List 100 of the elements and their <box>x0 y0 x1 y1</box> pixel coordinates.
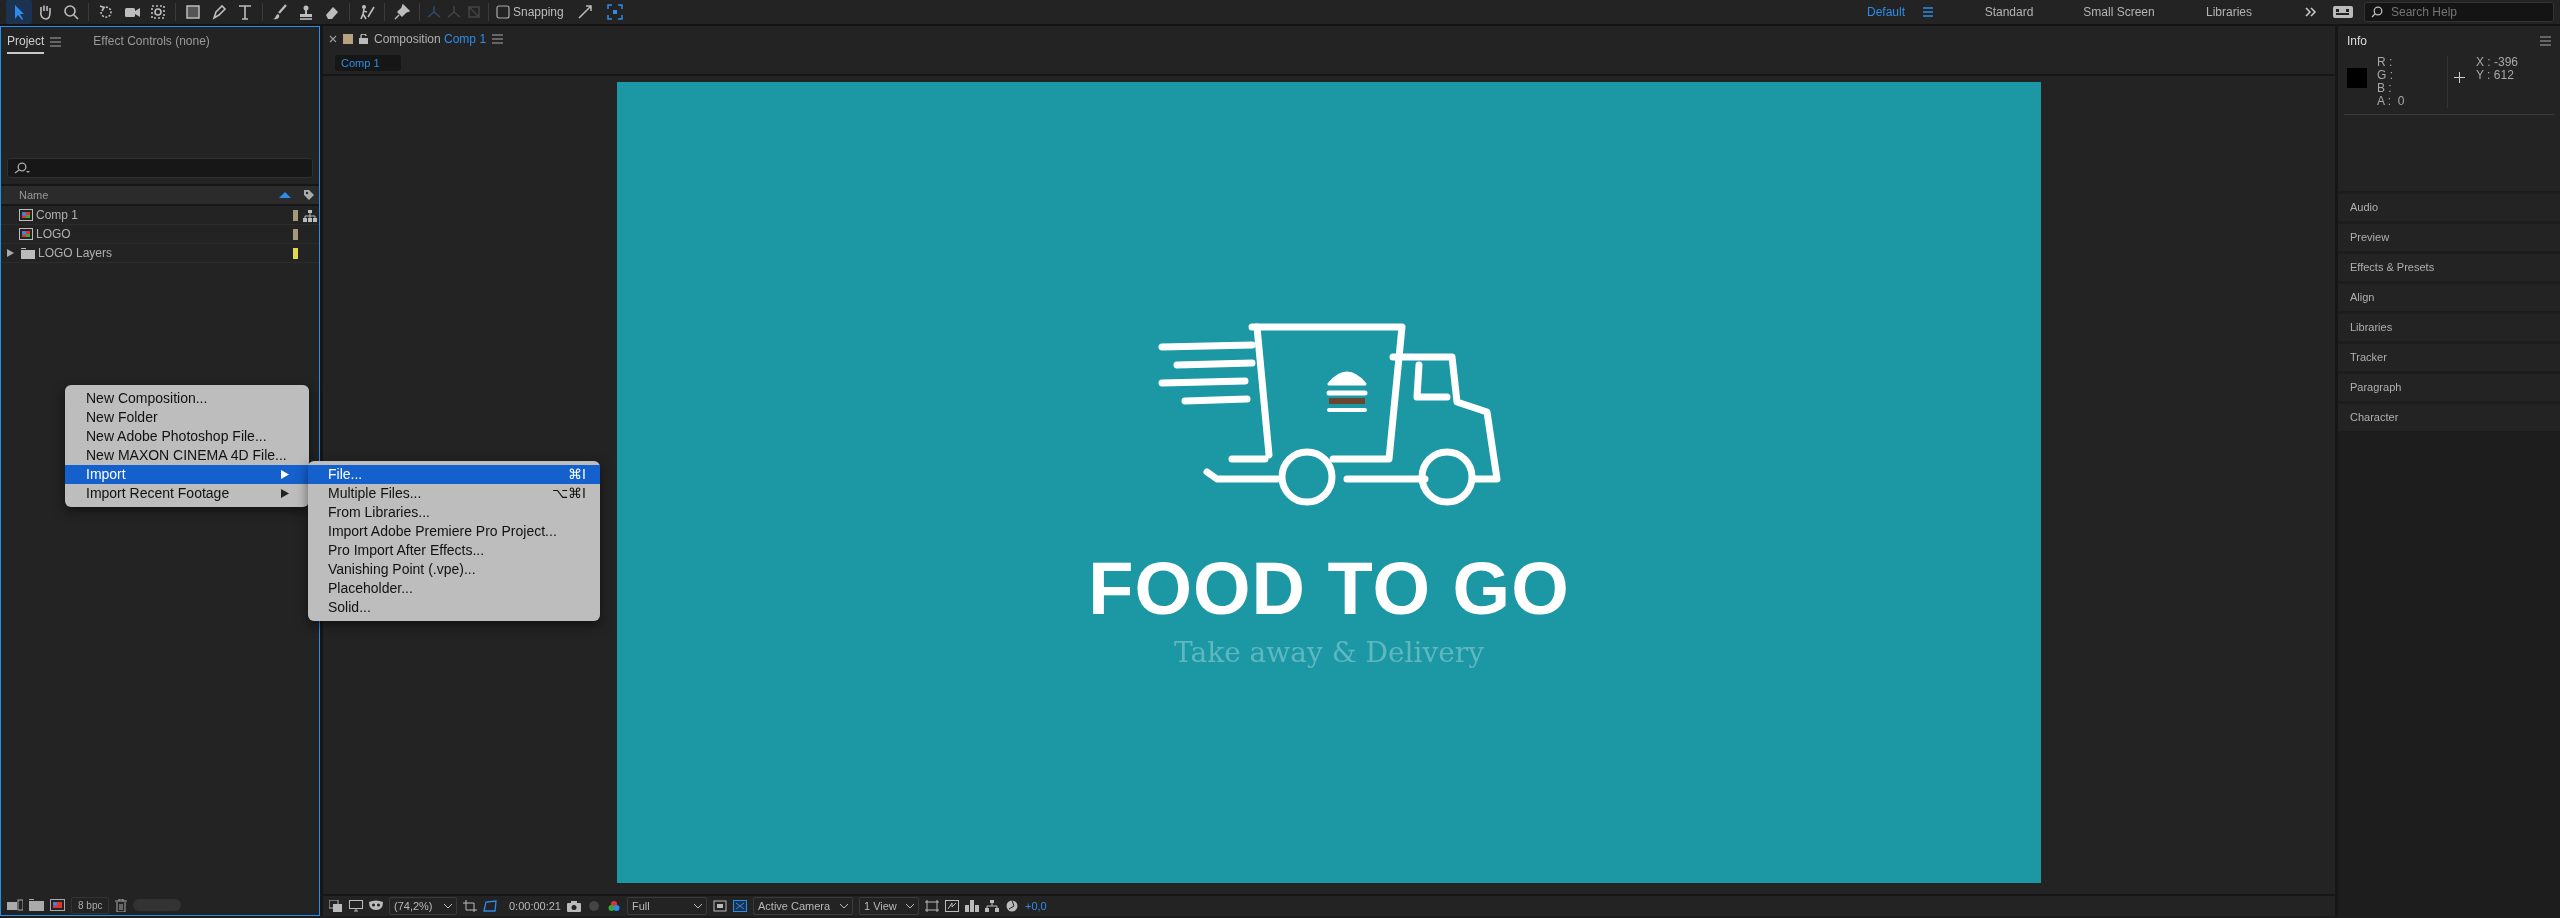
info-reading: R : <box>2377 56 2394 69</box>
magnification-dropdown[interactable]: (74,2%) <box>389 896 457 916</box>
menu-item[interactable]: Import Recent Footage <box>65 484 309 503</box>
panel-header[interactable]: Effects & Presets <box>2338 254 2560 281</box>
lock-icon[interactable] <box>359 34 368 44</box>
search-icon <box>14 162 30 174</box>
menu-item[interactable]: Placeholder... <box>308 579 600 598</box>
caret-icon <box>906 903 914 909</box>
logo-title: FOOD TO GO <box>1088 552 1570 626</box>
region-icon[interactable] <box>463 900 477 912</box>
item-name[interactable]: Comp 1 <box>36 206 293 224</box>
label-tag-icon <box>303 189 315 201</box>
workspace-tab[interactable]: Standard <box>1954 3 2064 21</box>
folder-icon <box>21 247 35 259</box>
keyboard-icon[interactable] <box>2332 5 2354 19</box>
viewer-tab[interactable]: Comp 1 <box>335 54 401 72</box>
composition-icon <box>19 209 33 221</box>
text-icon <box>236 3 254 21</box>
panel-tab[interactable]: Project <box>7 30 45 54</box>
checkbox-icon <box>496 5 510 19</box>
current-time-button[interactable]: 0:00:00:21 <box>509 897 561 915</box>
info-reading: G : <box>2377 69 2394 82</box>
search-field[interactable]: Search Help <box>2389 2 2544 22</box>
frame-icon[interactable] <box>605 3 624 21</box>
menu-item[interactable]: Vanishing Point (.vpe)... <box>308 560 600 579</box>
exposure-value[interactable]: +0,0 <box>1025 897 1047 915</box>
sort-arrow-icon[interactable] <box>279 191 291 199</box>
panel-header[interactable]: Tracker <box>2338 344 2560 371</box>
workspace-tab[interactable]: Default <box>1856 3 1916 21</box>
caret-icon <box>444 903 452 909</box>
item-name[interactable]: LOGO Layers <box>38 244 293 262</box>
menu-item[interactable]: Import Adobe Premiere Pro Project... <box>308 522 600 541</box>
rectangle-icon <box>184 3 202 21</box>
stamp-icon <box>297 3 315 21</box>
menu-item[interactable]: Import <box>65 465 309 484</box>
expand-arrow-icon[interactable] <box>7 249 15 257</box>
pen-icon <box>210 3 228 21</box>
info-reading: X : -396 <box>2476 56 2519 69</box>
folder-icon[interactable] <box>29 899 44 911</box>
exposure-icon[interactable] <box>1005 900 1019 912</box>
menu-icon[interactable] <box>1922 6 1934 18</box>
panel-header[interactable]: Libraries <box>2338 314 2560 341</box>
panel-header[interactable]: Audio <box>2338 194 2560 221</box>
logo-tagline: Take away & Delivery <box>1173 635 1485 671</box>
menu-icon[interactable] <box>2540 36 2551 46</box>
composition-color-icon <box>343 34 353 44</box>
panel-header[interactable]: Align <box>2338 284 2560 311</box>
flowchart-icon[interactable] <box>985 900 999 912</box>
menu-icon[interactable] <box>492 34 504 44</box>
toggle-view-icon[interactable] <box>925 900 939 912</box>
composition-icon[interactable] <box>50 899 65 911</box>
menu-item[interactable]: Multiple Files... ⌥⌘I <box>308 484 600 503</box>
crosshair-icon <box>2454 72 2465 83</box>
trash-icon[interactable] <box>115 898 128 912</box>
menu-item[interactable]: New Adobe Photoshop File... <box>65 427 309 446</box>
resolution-dropdown[interactable]: Full <box>627 896 707 916</box>
more-icon[interactable] <box>2304 5 2318 19</box>
bit-depth-button[interactable]: 8 bpc <box>71 896 110 914</box>
panel-title: Info <box>2347 33 2367 50</box>
menu-item[interactable]: Pro Import After Effects... <box>308 541 600 560</box>
pan-behind-icon <box>149 3 167 21</box>
item-name[interactable]: LOGO <box>36 225 293 243</box>
caret-icon <box>840 903 848 909</box>
view-layout-dropdown[interactable]: 1 View <box>859 896 919 916</box>
menu-item[interactable]: New Composition... <box>65 389 309 408</box>
workspace-tab[interactable]: Libraries <box>2174 3 2284 21</box>
menu-item[interactable]: New Folder <box>65 408 309 427</box>
selection-arrow-tool[interactable] <box>6 0 32 24</box>
info-reading: Y : 612 <box>2476 69 2515 82</box>
menu-item[interactable]: Solid... <box>308 598 600 617</box>
layers-icon[interactable] <box>329 900 343 912</box>
camera-dropdown[interactable]: Active Camera <box>753 896 853 916</box>
panel-header[interactable]: Preview <box>2338 224 2560 251</box>
interpret-footage-icon[interactable] <box>7 899 23 911</box>
info-reading: A : 0 <box>2377 95 2406 108</box>
brush-icon <box>271 3 289 21</box>
panel-tab[interactable]: Effect Controls (none) <box>93 30 210 54</box>
monitor-icon[interactable] <box>349 900 363 912</box>
search-icon <box>2371 6 2383 18</box>
color-swatch-icon <box>2347 68 2367 88</box>
snapping-checkbox[interactable]: Snapping <box>496 3 564 21</box>
composition-icon <box>19 228 33 240</box>
search-box[interactable]: Search Help <box>2364 2 2554 22</box>
menu-item[interactable]: File... ⌘I <box>308 465 600 484</box>
close-icon[interactable] <box>329 35 337 43</box>
panel-header[interactable]: Character <box>2338 404 2560 431</box>
menu-item[interactable]: From Libraries... <box>308 503 600 522</box>
search-field[interactable] <box>7 158 313 178</box>
panel-header[interactable]: Paragraph <box>2338 374 2560 401</box>
info-reading: B : <box>2377 82 2393 95</box>
menu-icon[interactable] <box>50 37 62 47</box>
hierarchy-icon <box>303 209 317 222</box>
caret-icon <box>694 903 702 909</box>
workspace-tab[interactable]: Small Screen <box>2064 3 2174 21</box>
snapshot-icon[interactable] <box>567 900 581 912</box>
composition-tab[interactable]: Composition Comp 1 <box>374 30 487 48</box>
mask-icon[interactable] <box>369 900 383 912</box>
rotate-icon <box>97 3 115 21</box>
channel-icon[interactable] <box>607 900 621 912</box>
menu-item[interactable]: New MAXON CINEMA 4D File... <box>65 446 309 465</box>
